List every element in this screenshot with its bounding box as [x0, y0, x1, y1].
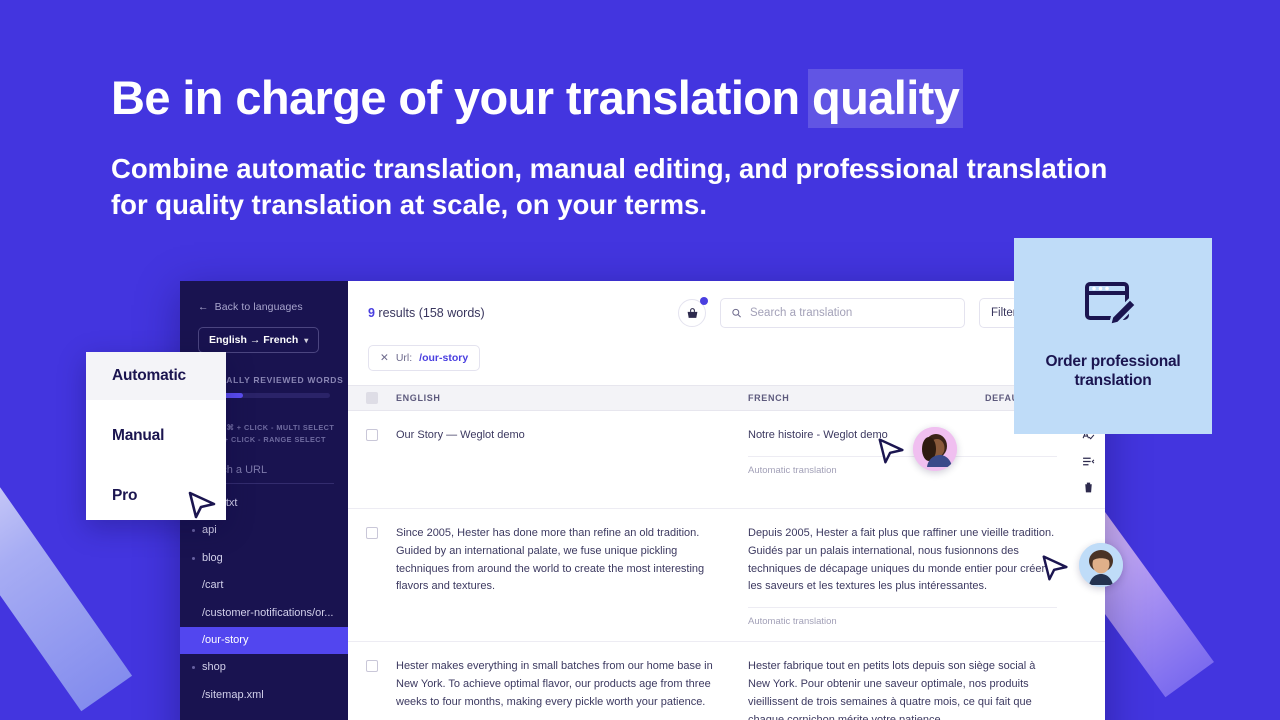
row-translation-text[interactable]: Notre histoire - Weglot demo: [748, 427, 1057, 456]
avatar: [913, 427, 957, 471]
url-list-item[interactable]: shop: [180, 654, 348, 681]
page-title-plain: Be in charge of your translation: [111, 71, 812, 124]
row-checkbox[interactable]: [366, 527, 378, 539]
hero-section: Be in charge of your translation quality…: [111, 69, 1171, 223]
filter-label: Filter: [991, 307, 1017, 319]
url-list-item[interactable]: api: [180, 517, 348, 544]
row-translation-source: Automatic translation: [748, 455, 1057, 476]
arrow-left-icon: ←: [198, 301, 209, 313]
row-actions: [1071, 658, 1105, 720]
main-panel: 9 results (158 words) Filter ▾: [348, 281, 1105, 720]
text-lines-icon[interactable]: [1082, 455, 1095, 468]
select-all-checkbox[interactable]: [366, 392, 378, 404]
dropdown-spacer: [86, 400, 226, 412]
row-actions: [1071, 427, 1105, 494]
avatar: [1079, 543, 1123, 587]
row-source-text: Hester makes everything in small batches…: [396, 660, 713, 708]
shopping-basket-icon: [687, 307, 697, 318]
url-list-item[interactable]: /customer-notifications/or...: [180, 600, 348, 627]
app-window: ← Back to languages English → French ▾ M…: [180, 281, 1105, 720]
dropdown-item-automatic[interactable]: Automatic: [86, 352, 226, 400]
search-box[interactable]: [720, 298, 965, 328]
toolbar: 9 results (158 words) Filter ▾: [348, 281, 1105, 345]
row-translation-text[interactable]: Hester fabrique tout en petits lots depu…: [748, 658, 1057, 720]
column-header-french[interactable]: FRENCH: [748, 393, 985, 403]
back-to-languages-link[interactable]: ← Back to languages: [180, 295, 348, 313]
filter-chip-value: /our-story: [419, 352, 469, 364]
row-translation-cell[interactable]: Hester fabrique tout en petits lots depu…: [748, 658, 1071, 720]
filter-chip-url[interactable]: ✕ Url: /our-story: [368, 345, 481, 371]
url-list-item[interactable]: /cart: [180, 572, 348, 599]
row-translation-cell[interactable]: Depuis 2005, Hester a fait plus que raff…: [748, 525, 1071, 627]
table-header: ENGLISH FRENCH DEFAULT ↓: [348, 385, 1105, 411]
row-source-text: Our Story — Weglot demo: [396, 429, 525, 441]
active-filters: ✕ Url: /our-story: [348, 345, 1105, 385]
order-professional-translation-card[interactable]: Order professional translation: [1014, 238, 1212, 434]
row-checkbox[interactable]: [366, 660, 378, 673]
close-icon[interactable]: ✕: [380, 352, 389, 364]
table-body: Our Story — Weglot demo Notre histoire -…: [348, 411, 1105, 720]
row-translation-cell[interactable]: Notre histoire - Weglot demo Automatic t…: [748, 427, 1071, 494]
browser-window-pencil-icon: [1085, 281, 1138, 327]
url-list-item-active[interactable]: /our-story: [180, 627, 348, 655]
notification-dot: [700, 297, 708, 305]
results-number: 9: [368, 306, 375, 320]
language-pair-selector[interactable]: English → French ▾: [198, 327, 320, 353]
row-source-text: Since 2005, Hester has done more than re…: [396, 527, 705, 593]
dropdown-item-manual[interactable]: Manual: [86, 412, 226, 460]
back-to-languages-label: Back to languages: [214, 301, 303, 313]
page-subtitle: Combine automatic translation, manual ed…: [111, 152, 1108, 220]
search-input[interactable]: [749, 307, 954, 319]
column-header-english[interactable]: ENGLISH: [378, 393, 748, 403]
search-icon: [732, 308, 741, 318]
order-card-title: Order professional translation: [1045, 352, 1181, 389]
results-count: 9 results (158 words): [368, 306, 485, 320]
table-row[interactable]: Since 2005, Hester has done more than re…: [348, 509, 1105, 643]
row-translation-source: Automatic translation: [748, 607, 1057, 627]
trash-icon[interactable]: [1082, 481, 1095, 494]
translation-mode-dropdown[interactable]: Automatic Manual Pro: [86, 352, 226, 520]
table-row[interactable]: Hester makes everything in small batches…: [348, 642, 1105, 720]
url-list-item[interactable]: blog: [180, 545, 348, 572]
page-title-highlight: quality: [808, 69, 964, 128]
url-list-item[interactable]: /sitemap.xml: [180, 682, 348, 709]
results-text: results (158 words): [374, 306, 485, 320]
dropdown-spacer: [86, 460, 226, 472]
row-checkbox[interactable]: [366, 429, 378, 441]
avatar-image: [913, 427, 957, 471]
chevron-down-icon: ▾: [304, 335, 309, 345]
order-basket-button[interactable]: [678, 297, 708, 327]
url-list: /ads.txt api blog /cart /customer-notifi…: [180, 490, 348, 709]
row-translation-text[interactable]: Depuis 2005, Hester a fait plus que raff…: [748, 525, 1057, 607]
language-pair-label: English → French: [209, 334, 299, 346]
filter-chip-prefix: Url:: [395, 352, 413, 364]
table-row[interactable]: Our Story — Weglot demo Notre histoire -…: [348, 411, 1105, 509]
page-title: Be in charge of your translation quality: [111, 69, 1171, 128]
dropdown-item-pro[interactable]: Pro: [86, 472, 226, 520]
avatar-image: [1079, 543, 1123, 587]
